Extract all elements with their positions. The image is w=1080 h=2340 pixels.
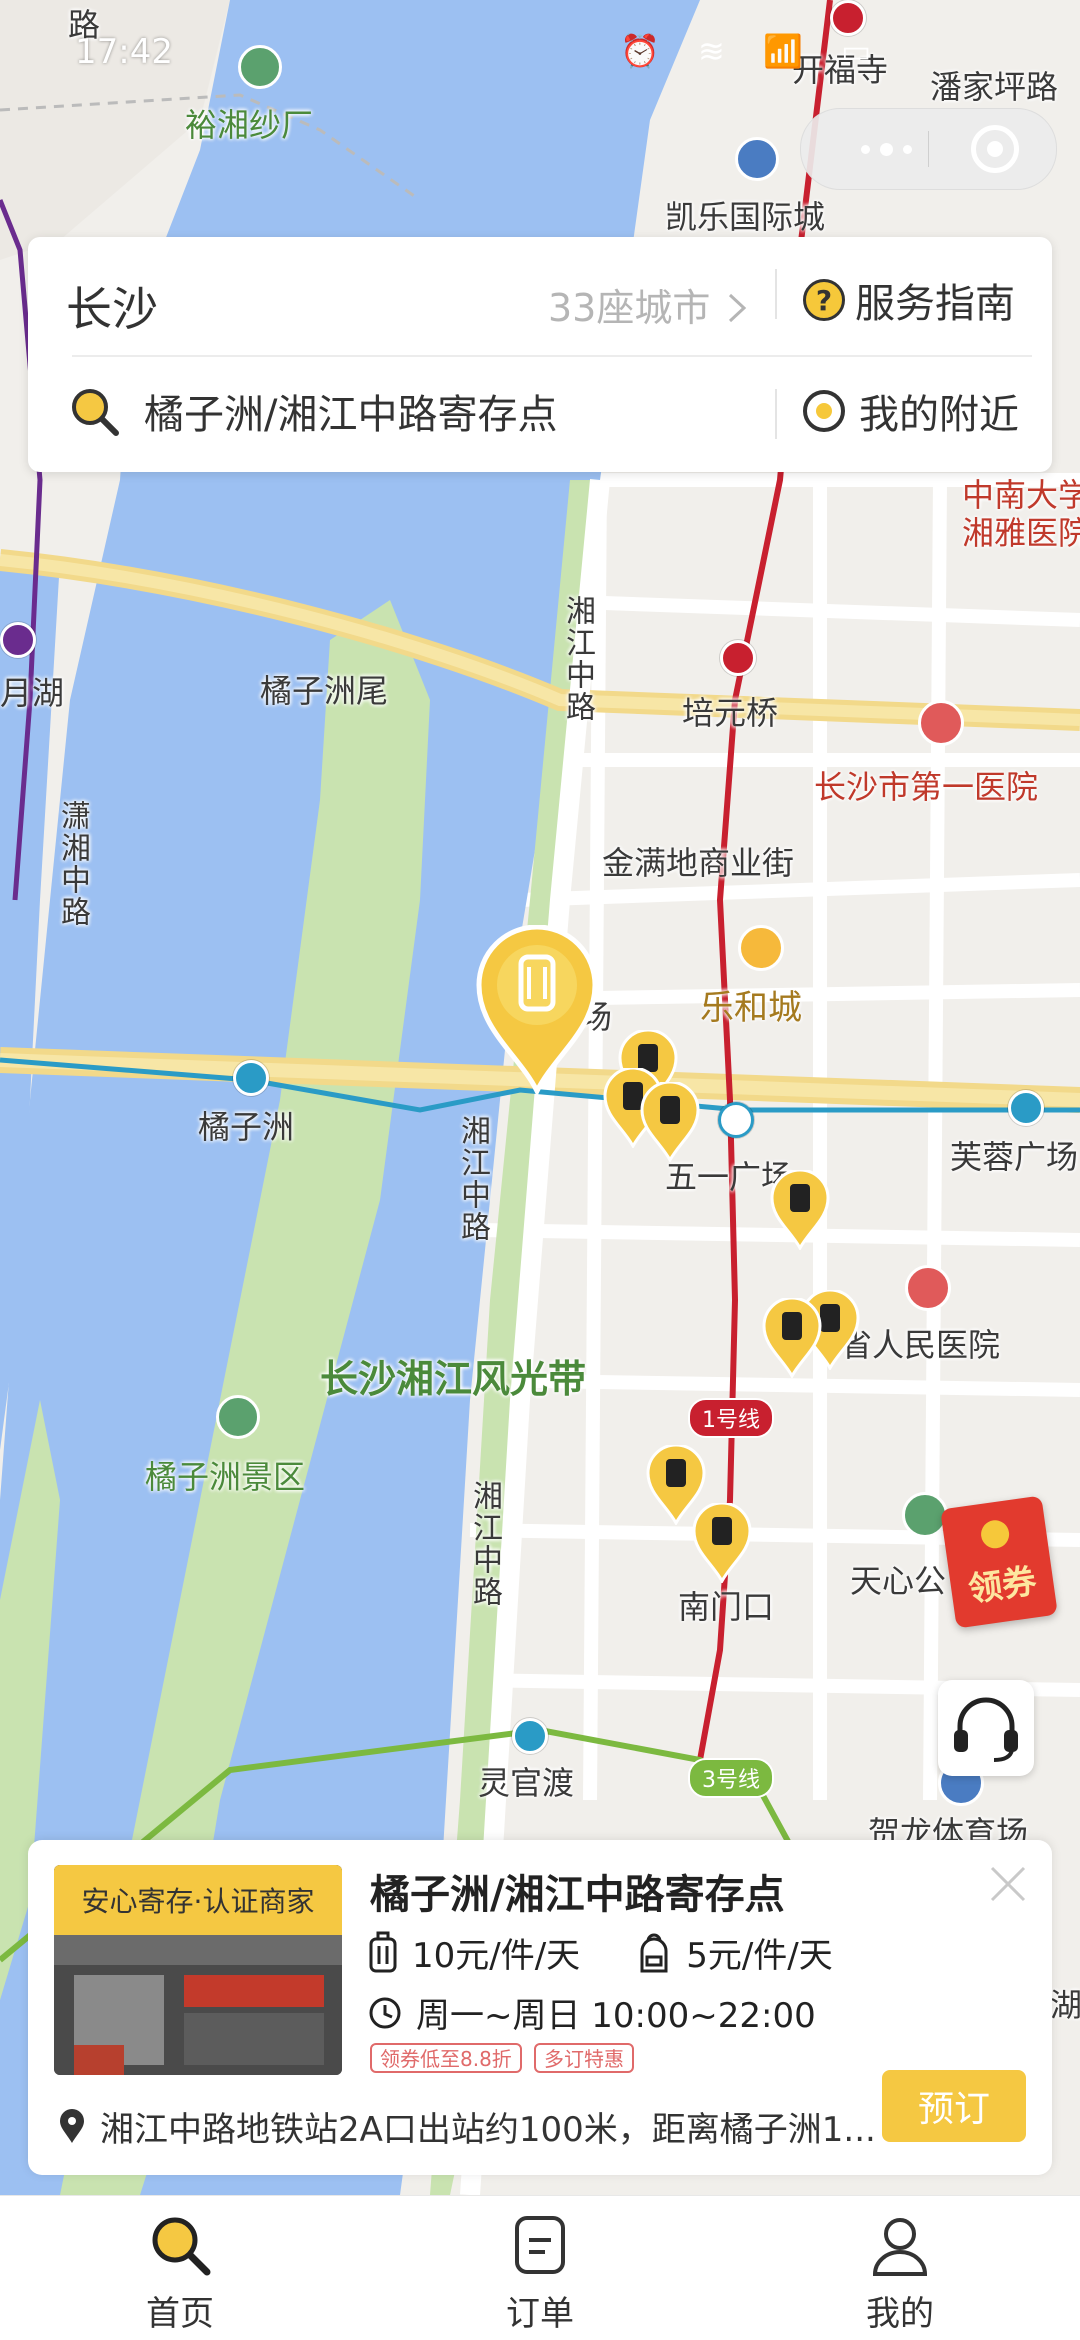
map-label: 月湖: [0, 674, 65, 712]
tab-bar: 首页 订单 我的: [0, 2195, 1080, 2340]
scenic-poi-icon: [216, 1395, 260, 1439]
divider: [775, 269, 777, 319]
tab-orders[interactable]: 订单: [440, 2196, 640, 2340]
help-icon: ?: [803, 279, 845, 321]
divider: [72, 355, 1032, 357]
metro-station-icon: [233, 1060, 269, 1096]
road-label: 湘江中路: [560, 595, 595, 723]
promo-badge: 多订特惠: [534, 2043, 634, 2073]
map-label: 南门口: [678, 1588, 775, 1626]
locate-icon: [803, 390, 845, 432]
tab-profile[interactable]: 我的: [800, 2196, 1000, 2340]
hours-row: 周一~周日 10:00~22:00: [368, 1988, 816, 2037]
order-icon: [515, 2216, 565, 2274]
suitcase-icon: [369, 1931, 397, 1972]
metro-station-icon: [0, 622, 36, 658]
map-label: 长沙市第一医院: [814, 768, 1039, 806]
storage-marker[interactable]: [640, 1082, 700, 1162]
close-icon[interactable]: [971, 125, 1019, 173]
search-card: 长沙 33座城市 ? 服务指南 橘子洲/湘江中路寄存点 我的附近: [28, 237, 1052, 472]
map-label: 金满地商业街: [602, 844, 795, 882]
book-button[interactable]: 预订: [882, 2070, 1026, 2142]
divider: [775, 389, 777, 439]
service-guide-button[interactable]: ? 服务指南: [803, 271, 1015, 329]
metro-line-badge: 1号线: [688, 1398, 774, 1438]
business-hours: 周一~周日 10:00~22:00: [416, 1996, 816, 2036]
service-guide-label: 服务指南: [855, 281, 1015, 327]
hospital-poi-icon: [918, 700, 964, 746]
storage-marker[interactable]: [770, 1170, 830, 1250]
customer-service-button[interactable]: [938, 1680, 1034, 1776]
storage-marker[interactable]: [692, 1503, 752, 1583]
mini-program-capsule: [800, 108, 1057, 190]
headset-icon: [954, 1697, 1018, 1762]
city-name[interactable]: 长沙: [66, 273, 158, 339]
coupon-label: 领券: [965, 1561, 1039, 1611]
store-address: 湘江中路地铁站2A口出站约100米，距离橘子洲1...: [100, 2110, 876, 2150]
status-time: 17:42: [75, 32, 173, 72]
large-item-price: 10元/件/天: [412, 1936, 581, 1976]
map-label: 芙蓉广场: [950, 1138, 1079, 1176]
price-row: 10元/件/天 5元/件/天: [368, 1928, 833, 1977]
tab-label: 订单: [506, 2294, 574, 2334]
tab-label: 首页: [146, 2294, 214, 2334]
location-pin-icon: [60, 2108, 84, 2143]
nearby-label: 我的附近: [859, 392, 1019, 438]
capsule-divider: [928, 131, 929, 167]
address-row: 湘江中路地铁站2A口出站约100米，距离橘子洲1...: [58, 2102, 878, 2151]
house-poi-icon: [735, 137, 779, 181]
tab-home[interactable]: 首页: [80, 2196, 280, 2340]
chevron-right-icon: [729, 293, 747, 323]
transfer-station-icon: [718, 1102, 754, 1138]
coupon-button[interactable]: 领券: [940, 1495, 1058, 1629]
store-name: 橘子洲/湘江中路寄存点: [370, 1872, 785, 1918]
search-text: 橘子洲/湘江中路寄存点: [144, 392, 558, 438]
small-item-price: 5元/件/天: [686, 1936, 833, 1976]
promo-badge: 领券低至8.8折: [370, 2043, 522, 2073]
nearby-button[interactable]: 我的附近: [803, 382, 1019, 440]
metro-station-icon: [720, 640, 756, 676]
backpack-icon: [640, 1933, 668, 1972]
map-label: 省人民医院: [840, 1326, 1001, 1364]
road-label: 潇湘中路: [55, 800, 90, 928]
map-label: 灵官渡: [478, 1764, 575, 1802]
map-label: 乐和城: [700, 988, 802, 1028]
coin-icon: [979, 1518, 1011, 1551]
search-icon: [152, 2217, 211, 2276]
map-label: 培元桥: [682, 694, 779, 732]
map-label: 橘子洲景区: [145, 1458, 306, 1496]
map-label: 湖: [1050, 1986, 1080, 2024]
selected-storage-marker[interactable]: [475, 925, 600, 1095]
store-photo: 安心寄存·认证商家: [54, 1865, 342, 2075]
map-label: 橘子洲: [198, 1108, 295, 1146]
map-label: 天心公: [850, 1562, 947, 1600]
clock-icon: [369, 1997, 401, 2028]
city-count-label: 33座城市: [548, 286, 711, 330]
status-icons: ⏰ ≋ 📶 ▭: [620, 32, 886, 70]
map-label: 橘子洲尾: [260, 672, 389, 710]
hospital-poi-icon: [905, 1265, 951, 1311]
road-label: 湘江中路: [467, 1480, 502, 1608]
storage-marker[interactable]: [762, 1298, 822, 1378]
store-tag: 安心寄存·认证商家: [54, 1865, 342, 1935]
store-card[interactable]: 安心寄存·认证商家 橘子洲/湘江中路寄存点 10元/件/天 5元/件/天 周一~…: [28, 1840, 1052, 2175]
map-label: 湘雅医院: [962, 514, 1080, 552]
search-icon: [72, 389, 119, 436]
metro-station-icon: [1008, 1090, 1044, 1126]
city-count-link[interactable]: 33座城市: [548, 277, 748, 332]
user-icon: [872, 2218, 928, 2276]
metro-line-badge: 3号线: [688, 1758, 774, 1798]
more-icon[interactable]: [841, 129, 931, 169]
shopping-poi-icon: [738, 925, 784, 971]
status-bar: 17:42 ⏰ ≋ 📶 ▭: [0, 0, 1080, 110]
close-icon[interactable]: [986, 1862, 1030, 1906]
map-label: 凯乐国际城: [665, 198, 826, 236]
map-label: 长沙湘江风光带: [320, 1357, 587, 1401]
metro-station-icon: [512, 1718, 548, 1754]
search-field[interactable]: 橘子洲/湘江中路寄存点: [68, 382, 557, 440]
road-label: 湘江中路: [455, 1115, 490, 1243]
tab-label: 我的: [866, 2294, 934, 2334]
